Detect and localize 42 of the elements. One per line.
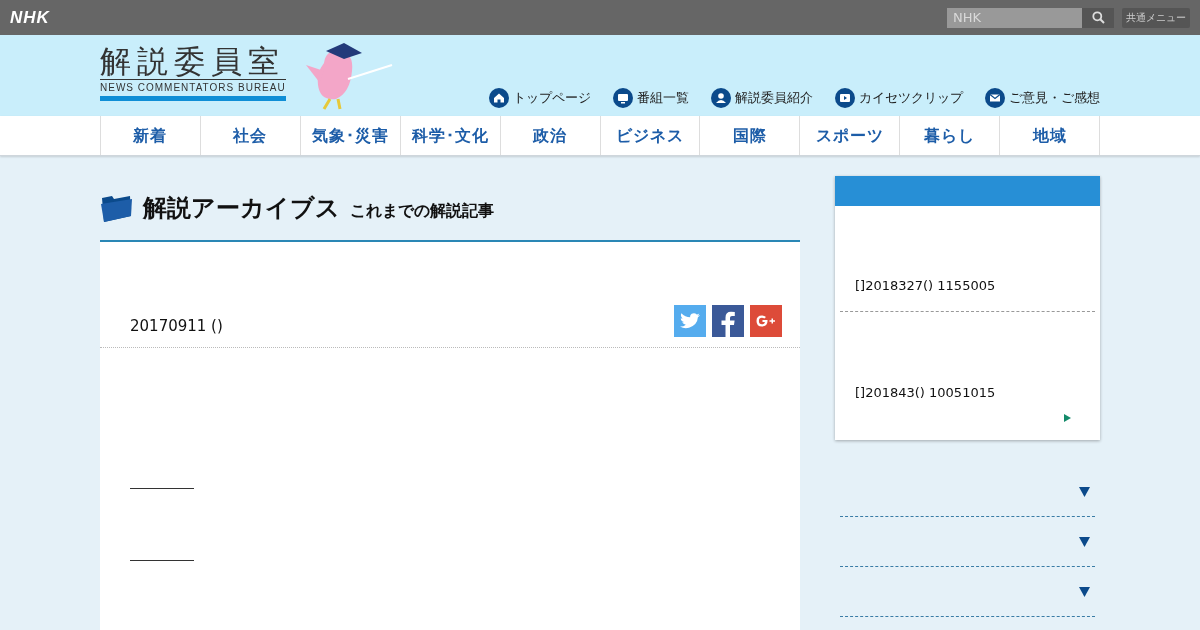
nav-tab[interactable]: スポーツ xyxy=(800,116,901,155)
nav-tab[interactable]: 地域 xyxy=(1000,116,1101,155)
header-link[interactable]: トップページ xyxy=(489,88,591,108)
nav-tab[interactable]: ビジネス xyxy=(600,116,701,155)
nav-tab[interactable]: 科学･文化 xyxy=(400,116,501,155)
folder-icon xyxy=(100,194,133,222)
page-title: 解説アーカイブス xyxy=(143,193,340,224)
nav-tab[interactable]: 政治 xyxy=(500,116,601,155)
header-link[interactable]: 解説委員紹介 xyxy=(711,88,813,108)
header-link[interactable]: 番組一覧 xyxy=(613,88,689,108)
expand-icon[interactable] xyxy=(1079,536,1090,547)
nav-tab[interactable]: 国際 xyxy=(700,116,801,155)
sidebar-link[interactable]: []201843() 10051015 xyxy=(855,382,1095,402)
site-title[interactable]: 解説委員室 xyxy=(100,43,286,79)
f-icon xyxy=(721,310,735,337)
g-plus-icon xyxy=(756,315,776,327)
bird-icon xyxy=(680,312,700,330)
header-link[interactable]: カイセツクリップ xyxy=(835,88,963,108)
expand-icon[interactable] xyxy=(1079,586,1090,597)
header-link[interactable]: ご意見・ご感想 xyxy=(985,88,1100,108)
expand-icon[interactable] xyxy=(1079,486,1090,497)
search-icon xyxy=(1091,11,1105,24)
article-date: 20170911 () xyxy=(130,315,223,337)
search-field[interactable]: NHK xyxy=(947,7,1082,28)
nav-tab[interactable]: 気象･災害 xyxy=(300,116,401,155)
common-menu-button[interactable]: 共通メニュー xyxy=(1122,7,1190,28)
play-icon[interactable] xyxy=(1064,414,1071,422)
nav-tab[interactable]: 暮らし xyxy=(900,116,1001,155)
monitor-icon xyxy=(613,88,633,108)
search-button[interactable] xyxy=(1082,7,1114,28)
google-plus-share-button[interactable] xyxy=(750,305,782,337)
sidebar-link[interactable]: []2018327() 1155005 xyxy=(855,275,1095,295)
nav-tab[interactable]: 新着 xyxy=(101,116,201,155)
facebook-share-button[interactable] xyxy=(712,305,744,337)
nhk-logo[interactable]: NHK xyxy=(10,4,50,31)
nav-tab[interactable]: 社会 xyxy=(200,116,301,155)
page-subtitle: これまでの解説記事 xyxy=(350,200,494,222)
home-icon xyxy=(489,88,509,108)
person-icon xyxy=(711,88,731,108)
film-icon xyxy=(835,88,855,108)
site-subtitle: NEWS COMMENTATORS BUREAU xyxy=(100,79,286,94)
mail-icon xyxy=(985,88,1005,108)
